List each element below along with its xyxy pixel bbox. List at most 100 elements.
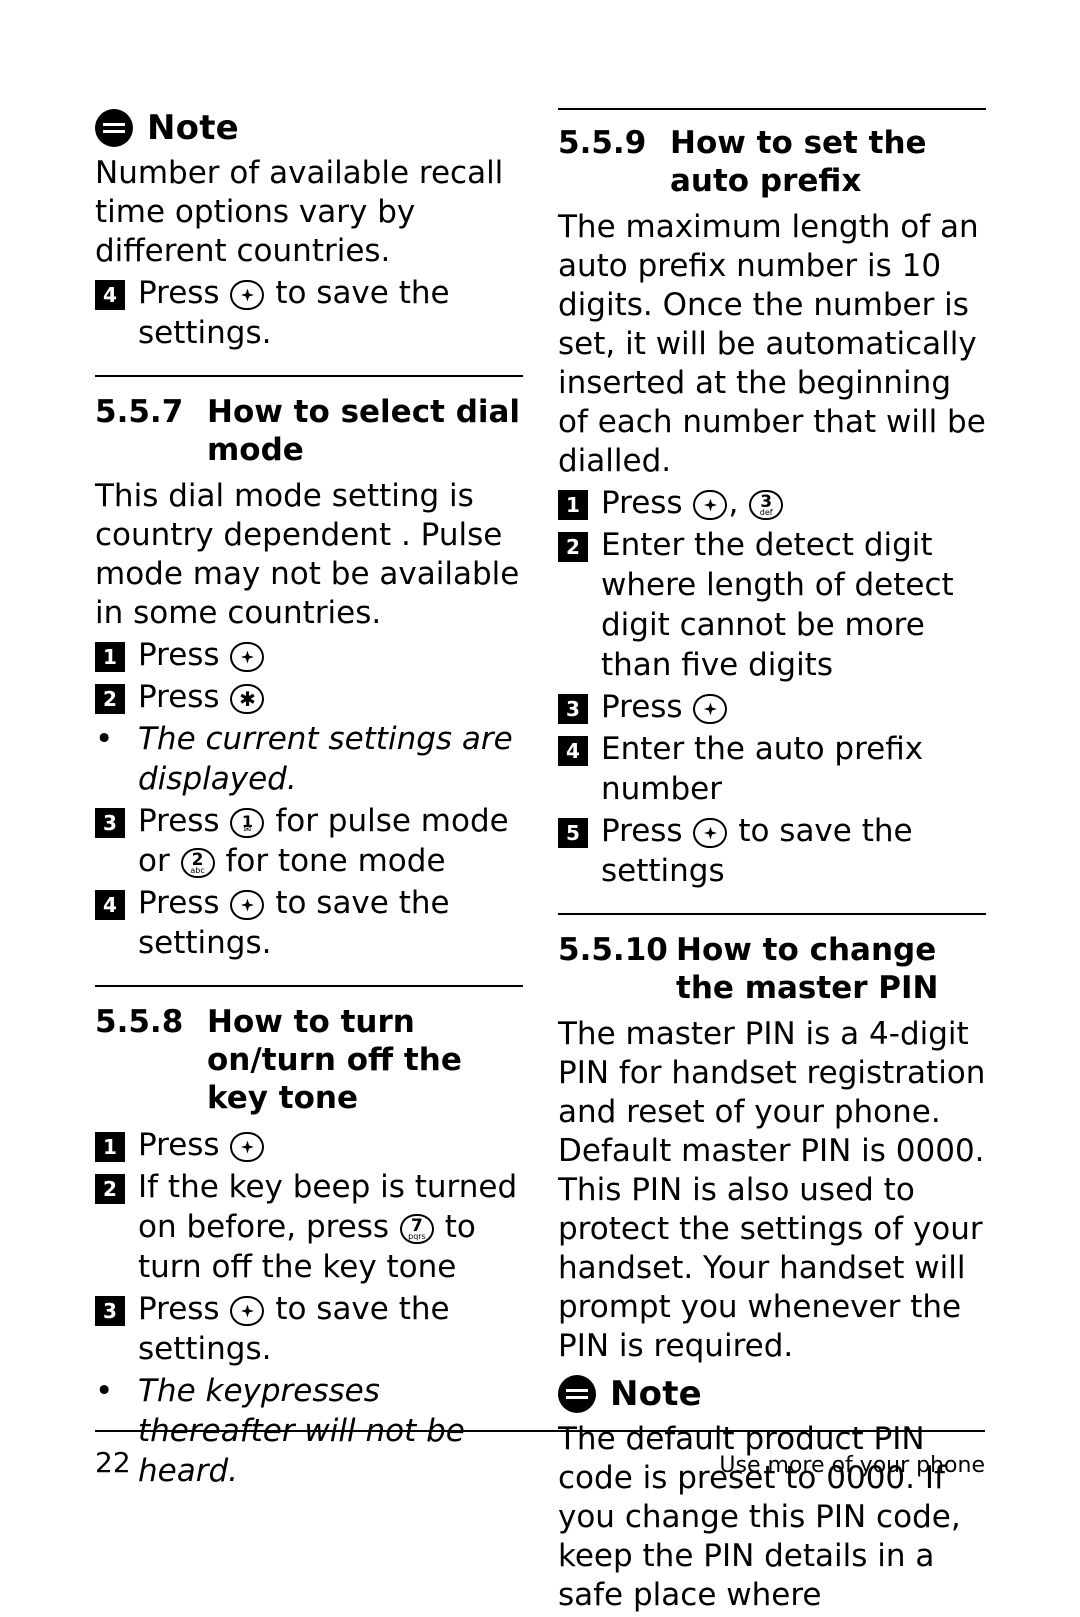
menu-key-icon — [693, 490, 728, 520]
note-title: Note — [147, 108, 239, 148]
key-sub-label: ✉ — [243, 825, 252, 835]
step-559-2: 2 Enter the detect digit where length of… — [558, 525, 986, 685]
key-sub-label: pqrs — [408, 1232, 426, 1241]
step-text-pre: Press — [138, 275, 220, 311]
step-557-3: 3 Press 1 ✉ for pulse mode or 2 abc for … — [95, 801, 523, 881]
step-text: If the key beep is turned on before, pre… — [138, 1167, 523, 1287]
step-558-2: 2 If the key beep is turned on before, p… — [95, 1167, 523, 1287]
divider — [558, 913, 986, 915]
section-number: 5.5.10 — [558, 932, 668, 968]
bullet-dot: • — [95, 721, 114, 757]
menu-key-icon — [230, 642, 265, 672]
section-title: How to set the auto prefix — [670, 125, 927, 199]
menu-key-icon — [230, 890, 265, 920]
section-title: How to change the master PIN — [676, 932, 939, 1006]
manual-page: Note Number of available recall time opt… — [0, 0, 1080, 1613]
step-558-3: 3 Press to save the settings. — [95, 1289, 523, 1369]
step-559-5: 5 Press to save the settings — [558, 811, 986, 891]
step-number: 4 — [558, 736, 588, 766]
step-text-post: for tone mode — [225, 843, 446, 879]
seven-key-icon: 7 pqrs — [399, 1214, 434, 1244]
step-text-pre: Press — [138, 885, 220, 921]
step-559-3: 3 Press — [558, 687, 986, 727]
section-heading-5-5-7: 5.5.7 How to select dial mode — [95, 393, 523, 469]
divider — [95, 985, 523, 987]
step-text-pre: Press — [138, 1291, 220, 1327]
step-text-pre: Press — [138, 1127, 220, 1163]
star-key-icon — [230, 684, 265, 714]
step-557-4: 4 Press to save the settings. — [95, 883, 523, 963]
step-text: Press — [601, 687, 986, 727]
page-footer: 22 Use more of your phone — [95, 1430, 985, 1479]
step-number: 4 — [95, 890, 125, 920]
note-heading: Note — [558, 1374, 986, 1414]
step-text: Press to save the settings. — [138, 273, 523, 353]
step-text: Enter the auto prefix number — [601, 731, 924, 807]
step-557-2: 2 Press — [95, 677, 523, 717]
menu-key-icon — [693, 694, 728, 724]
step-number: 2 — [95, 684, 125, 714]
step-text: Press to save the settings. — [138, 1289, 523, 1369]
section-number: 5.5.9 — [558, 125, 647, 161]
note-title: Note — [610, 1374, 702, 1414]
step-text: Press — [138, 677, 523, 717]
step-558-1: 1 Press — [95, 1125, 523, 1165]
right-column: 5.5.9 How to set the auto prefix The max… — [558, 108, 986, 1617]
step-number: 3 — [95, 1296, 125, 1326]
note-icon — [558, 1375, 596, 1413]
step-text-pre: Press — [138, 637, 220, 673]
step-text-pre: Press — [601, 813, 683, 849]
step-559-4: 4 Enter the auto prefix number — [558, 729, 986, 809]
note-icon — [95, 109, 133, 147]
step-text: Press to save the settings. — [138, 883, 523, 963]
step-text-pre: Press — [138, 679, 220, 715]
section-heading-5-5-10: 5.5.10 How to change the master PIN — [558, 931, 986, 1007]
note-step: 4 Press to save the settings. — [95, 273, 523, 353]
section-title: How to select dial mode — [207, 394, 521, 468]
step-text: Enter the detect digit where length of d… — [601, 527, 954, 683]
key-sub-label: def — [759, 508, 773, 517]
step-text: Press to save the settings — [601, 811, 986, 891]
menu-key-icon — [230, 1132, 265, 1162]
menu-key-icon — [230, 280, 265, 310]
note-heading: Note — [95, 108, 523, 148]
section-heading-5-5-8: 5.5.8 How to turn on/turn off the key to… — [95, 1003, 523, 1117]
step-text: Press , 3 def — [601, 483, 986, 523]
step-text-mid: for pulse mode — [275, 803, 509, 839]
footer-chapter-title: Use more of your phone — [719, 1453, 985, 1478]
step-number: 3 — [95, 808, 125, 838]
section-title: How to turn on/turn off the key tone — [207, 1004, 462, 1116]
menu-key-icon — [230, 1296, 265, 1326]
step-text: Press 1 ✉ for pulse mode or 2 abc for to… — [138, 801, 523, 881]
left-column: Note Number of available recall time opt… — [95, 108, 523, 1493]
divider — [95, 375, 523, 377]
step-557-1: 1 Press — [95, 635, 523, 675]
note-text: Number of available recall time options … — [95, 155, 504, 269]
section-number: 5.5.7 — [95, 394, 184, 430]
section-heading-5-5-9: 5.5.9 How to set the auto prefix — [558, 124, 986, 200]
key-sub-label: abc — [190, 866, 205, 875]
section-number: 5.5.8 — [95, 1004, 184, 1040]
step-number: 3 — [558, 694, 588, 724]
bullet-557: • The current settings are displayed. — [95, 719, 523, 799]
divider — [558, 108, 986, 110]
step-text: Press — [138, 1125, 523, 1165]
step-text-pre: Press — [601, 485, 683, 521]
step-text-comma: , — [728, 485, 739, 521]
step-text: Press — [138, 635, 523, 675]
three-key-icon: 3 def — [749, 490, 784, 520]
step-number: 1 — [95, 642, 125, 672]
step-number: 1 — [558, 490, 588, 520]
two-key-icon: 2 abc — [180, 848, 215, 878]
step-number: 5 — [558, 818, 588, 848]
step-number: 4 — [95, 280, 125, 310]
step-text-pre: Press — [601, 689, 683, 725]
step-number: 2 — [558, 532, 588, 562]
menu-key-icon — [693, 818, 728, 848]
step-text-or: or — [138, 843, 170, 879]
section-559-body: The maximum length of an auto prefix num… — [558, 209, 986, 479]
section-557-body: This dial mode setting is country depend… — [95, 478, 520, 631]
step-text-pre: Press — [138, 803, 220, 839]
step-number: 1 — [95, 1132, 125, 1162]
step-number: 2 — [95, 1174, 125, 1204]
